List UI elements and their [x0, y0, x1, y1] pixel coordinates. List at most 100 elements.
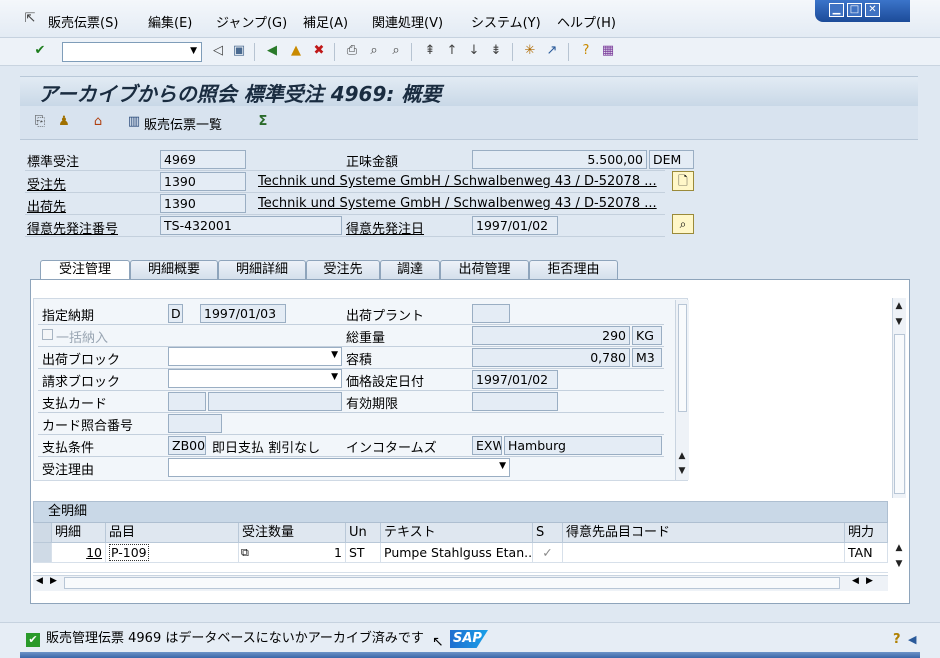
total-weight-field[interactable]: 290 [472, 326, 630, 345]
command-field[interactable]: ▼ [62, 42, 202, 62]
card-number-field[interactable] [208, 392, 342, 411]
tab-item-detail[interactable]: 明細詳細 [218, 260, 306, 280]
display-doc-flow-icon[interactable]: ⌂ [90, 114, 106, 130]
back-icon[interactable]: ◀ [264, 43, 280, 59]
scroll-left-icon[interactable]: ◀ [36, 576, 43, 586]
payment-terms-field[interactable]: ZB00 [168, 436, 206, 455]
minimize-button[interactable]: ▁ [829, 3, 844, 17]
header-icon[interactable]: ⎘ [32, 114, 48, 130]
complete-delivery-checkbox[interactable] [42, 329, 53, 340]
scroll-left-icon[interactable]: ◀ [852, 576, 859, 586]
table-hscrollbar-thumb[interactable] [64, 577, 840, 589]
tab-shipping[interactable]: 出荷管理 [440, 260, 529, 280]
find-icon[interactable]: ⌕ [366, 43, 382, 59]
req-delivery-date-field[interactable]: 1997/01/03 [200, 304, 286, 323]
tab-ordering-party[interactable]: 受注先 [306, 260, 380, 280]
cell-material[interactable]: P-109 [106, 543, 239, 563]
search-icon[interactable]: ⌕ [672, 214, 694, 234]
pricing-date-field[interactable]: 1997/01/02 [472, 370, 558, 389]
scroll-up-icon[interactable]: ▲ [675, 451, 689, 461]
shortcut-icon[interactable]: ↗ [544, 43, 560, 59]
net-value-field[interactable]: 5.500,00 [472, 150, 647, 169]
print-icon[interactable]: ⎙ [344, 43, 360, 59]
menu-sales-doc[interactable]: 販売伝票(S) [48, 12, 118, 31]
menu-extras[interactable]: 補足(A) [303, 12, 348, 31]
column-header-unit[interactable]: Un [346, 523, 381, 543]
close-button[interactable]: ✕ [865, 3, 880, 17]
cell-text[interactable]: Pumpe Stahlguss Etan... [381, 543, 533, 563]
chevron-down-icon[interactable]: ▼ [190, 46, 197, 56]
enter-check-icon[interactable]: ✔ [32, 43, 48, 59]
tab-reason-rejection[interactable]: 拒否理由 [529, 260, 618, 280]
delivery-block-dropdown[interactable]: ▼ [168, 347, 342, 366]
form-scrollbar-thumb[interactable] [678, 304, 687, 412]
document-icon[interactable]: 🗋 [672, 171, 694, 191]
po-date-field[interactable]: 1997/01/02 [472, 216, 558, 235]
po-number-field[interactable]: TS-432001 [160, 216, 342, 235]
menu-environment[interactable]: 関連処理(V) [372, 12, 443, 31]
cell-category[interactable]: TAN [845, 543, 888, 563]
save-icon[interactable]: ▣ [231, 43, 247, 59]
currency-field[interactable]: DEM [649, 150, 694, 169]
document-list-icon[interactable]: ▥ [126, 114, 142, 130]
sum-icon[interactable]: Σ [255, 114, 271, 130]
table-scroll-up-icon[interactable]: ▲ [892, 543, 906, 553]
cell-unit[interactable]: ST [346, 543, 381, 563]
table-scroll-down-icon[interactable]: ▼ [892, 559, 906, 569]
ship-to-address[interactable]: Technik und Systeme GmbH / Schwalbenweg … [258, 196, 657, 211]
card-type-field[interactable] [168, 392, 206, 411]
find-next-icon[interactable]: ⌕ [388, 43, 404, 59]
card-verification-field[interactable] [168, 414, 222, 433]
order-number-field[interactable]: 4969 [160, 150, 246, 169]
column-header-item[interactable]: 明細 [52, 523, 106, 543]
help-icon[interactable]: ? [578, 43, 594, 59]
plant-field[interactable] [472, 304, 510, 323]
new-session-icon[interactable]: ✳ [522, 43, 538, 59]
scroll-down-icon[interactable]: ▼ [892, 317, 906, 327]
status-message[interactable]: 販売管理伝票 4969 はデータベースにないかアーカイブ済みです [46, 628, 446, 650]
cell-item[interactable]: 10 [52, 543, 106, 563]
tab-procurement[interactable]: 調達 [380, 260, 440, 280]
cell-customer-material[interactable] [563, 543, 845, 563]
tab-item-overview[interactable]: 明細概要 [130, 260, 218, 280]
menu-goto[interactable]: ジャンプ(G) [216, 12, 287, 31]
scroll-right-icon[interactable]: ▶ [866, 576, 873, 586]
column-header-material[interactable]: 品目 [106, 523, 239, 543]
collapse-icon[interactable]: ◁ [210, 43, 226, 59]
cell-s-checkbox[interactable]: ✓ [533, 543, 563, 563]
column-header-quantity[interactable]: 受注数量 [239, 523, 346, 543]
incoterms-place-field[interactable]: Hamburg [504, 436, 662, 455]
tab-order-management[interactable]: 受注管理 [40, 260, 130, 280]
column-header-category[interactable]: 明力 [845, 523, 888, 543]
next-page-icon[interactable]: ↓ [466, 43, 482, 59]
exit-icon[interactable]: ▲ [288, 43, 304, 59]
column-header-text[interactable]: テキスト [381, 523, 533, 543]
first-page-icon[interactable]: ⇞ [422, 43, 438, 59]
previous-page-icon[interactable]: ↑ [444, 43, 460, 59]
row-selector[interactable] [33, 543, 52, 563]
sold-to-field[interactable]: 1390 [160, 172, 246, 191]
po-date-label[interactable]: 得意先発注日 [346, 218, 424, 237]
select-all-column[interactable] [33, 523, 52, 543]
weight-unit-field[interactable]: KG [632, 326, 662, 345]
order-reason-dropdown[interactable]: ▼ [168, 458, 510, 477]
incoterms-field[interactable]: EXW [472, 436, 502, 455]
status-help-icon[interactable]: ? [893, 632, 901, 647]
panel-scrollbar-thumb[interactable] [894, 334, 905, 494]
column-header-customer-material[interactable]: 得意先品目コード [563, 523, 845, 543]
scroll-right-icon[interactable]: ▶ [50, 576, 57, 586]
sold-to-label[interactable]: 受注先 [27, 174, 66, 193]
menu-app-icon[interactable]: ⇱ [22, 11, 38, 27]
volume-field[interactable]: 0,780 [472, 348, 630, 367]
scroll-up-icon[interactable]: ▲ [892, 301, 906, 311]
valid-to-field[interactable] [472, 392, 558, 411]
menu-edit[interactable]: 編集(E) [148, 12, 192, 31]
ship-to-field[interactable]: 1390 [160, 194, 246, 213]
volume-unit-field[interactable]: M3 [632, 348, 662, 367]
column-header-s[interactable]: S [533, 523, 563, 543]
req-delivery-type-field[interactable]: D [168, 304, 183, 323]
status-collapse-icon[interactable]: ◀ [908, 633, 916, 646]
last-page-icon[interactable]: ⇟ [488, 43, 504, 59]
menu-help[interactable]: ヘルプ(H) [557, 12, 616, 31]
ship-to-label[interactable]: 出荷先 [27, 196, 66, 215]
